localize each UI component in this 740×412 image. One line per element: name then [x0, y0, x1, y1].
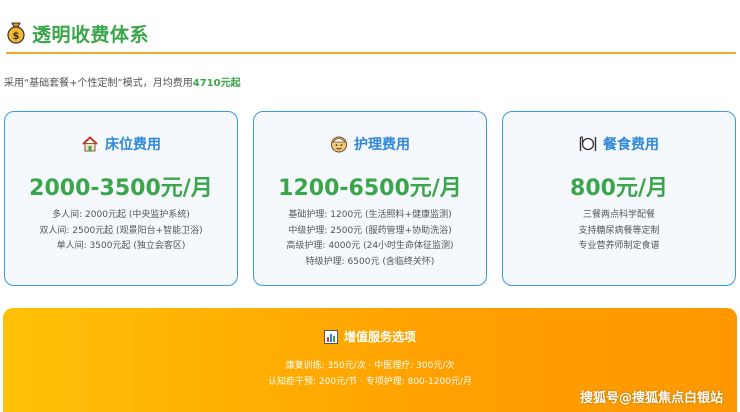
detail-line: 多人间: 2000元起 (中央监护系统) [52, 210, 190, 220]
intro-text: 采用“基础套餐+个性定制”模式，月均费用 [4, 78, 193, 89]
page-title: 透明收费体系 [32, 24, 150, 46]
card-title: 护理费用 [354, 137, 410, 153]
detail-line: 高级护理: 4000元 (24小时生命体征监测) [286, 241, 454, 252]
value-added-services: 增值服务选项 康复训练: 350元/次 · 中医理疗: 300元/次 认知症干预… [3, 308, 737, 412]
detail-line: 单人间: 3500元起 (独立会客区) [56, 241, 186, 252]
nurse-face-icon [331, 136, 347, 153]
detail-line: 双人间: 2500元起 (观景阳台+智能卫浴) [39, 225, 203, 236]
detail-line: 特级护理: 6500元 (含临终关怀) [305, 256, 435, 267]
card-details: 基础护理: 1200元 (生活照料+健康监测) 中级护理: 2500元 (服药管… [254, 208, 486, 270]
detail-line: 支持糖尿病餐等定制 [578, 225, 660, 236]
section-header: $ 透明收费体系 [6, 18, 736, 54]
card-title: 餐食费用 [603, 137, 659, 153]
plate-cutlery-icon [579, 136, 597, 151]
card-care-fee: 护理费用 1200-6500元/月 基础护理: 1200元 (生活照料+健康监测… [253, 111, 487, 286]
house-icon [82, 136, 98, 152]
detail-line: 专业营养师制定食谱 [578, 241, 660, 252]
detail-line: 三餐两点科学配餐 [582, 210, 655, 220]
card-title: 床位费用 [105, 137, 161, 153]
card-price: 2000-3500元/月 [29, 176, 213, 201]
extra-header: 增值服务选项 [3, 328, 737, 345]
pricing-intro: 采用“基础套餐+个性定制”模式，月均费用4710元起 [4, 74, 241, 89]
detail-line: 基础护理: 1200元 (生活照料+健康监测) [288, 210, 452, 220]
extra-title: 增值服务选项 [343, 330, 416, 344]
card-header: 护理费用 [254, 133, 486, 155]
watermark: 搜狐号@搜狐焦点白银站 [579, 391, 723, 406]
card-details: 多人间: 2000元起 (中央监护系统) 双人间: 2500元起 (观景阳台+智… [5, 208, 237, 255]
card-meal-fee: 餐食费用 800元/月 三餐两点科学配餐 支持糖尿病餐等定制 专业营养师制定食谱 [502, 111, 736, 286]
card-header: 餐食费用 [503, 133, 735, 155]
svg-text:$: $ [13, 31, 20, 42]
card-price: 1200-6500元/月 [278, 176, 462, 201]
extra-details: 康复训练: 350元/次 · 中医理疗: 300元/次 认知症干预: 200元/… [3, 359, 737, 390]
detail-line: 中级护理: 2500元 (服药管理+协助洗浴) [288, 225, 452, 236]
extra-line: 康复训练: 350元/次 · 中医理疗: 300元/次 [285, 361, 455, 371]
card-header: 床位费用 [5, 133, 237, 155]
intro-highlight: 4710元起 [192, 78, 241, 89]
card-price: 800元/月 [570, 176, 668, 201]
money-bag-icon: $ [7, 22, 25, 44]
bar-chart-icon [323, 329, 338, 344]
card-bed-fee: 床位费用 2000-3500元/月 多人间: 2000元起 (中央监护系统) 双… [4, 111, 238, 286]
card-details: 三餐两点科学配餐 支持糖尿病餐等定制 专业营养师制定食谱 [503, 208, 735, 255]
